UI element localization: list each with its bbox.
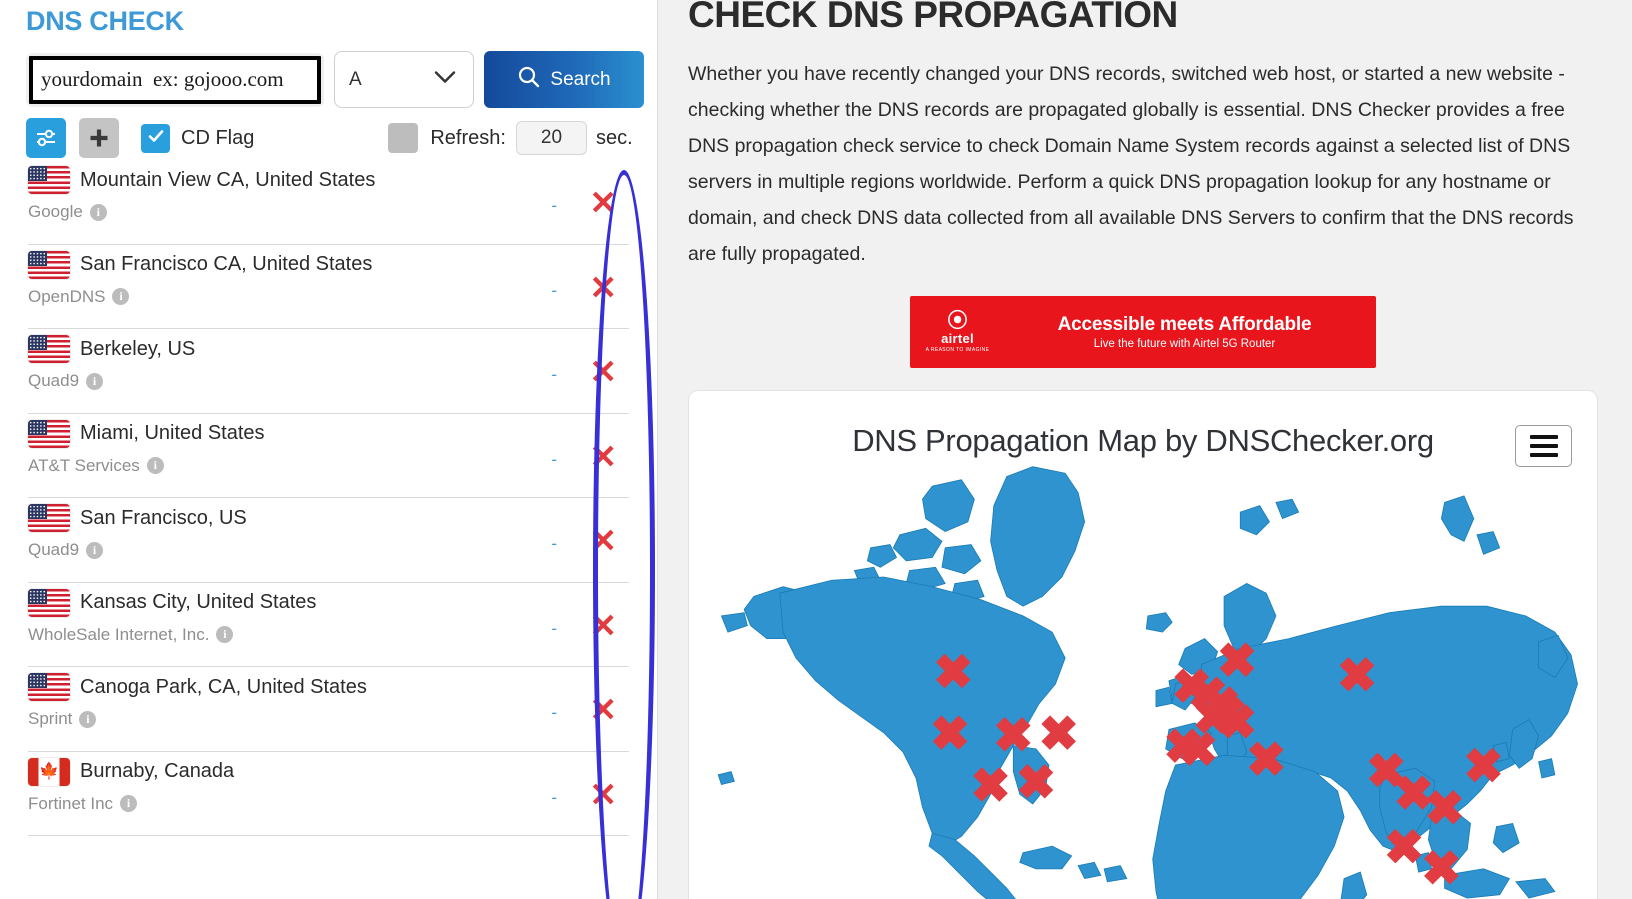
table-row[interactable]: Berkeley, US Quad9 i - ✕ xyxy=(28,329,629,414)
ad-headline: Accessible meets Affordable xyxy=(1057,314,1312,335)
record-type-wrapper: A xyxy=(334,51,474,108)
server-provider: AT&T Services xyxy=(28,455,140,475)
world-map[interactable] xyxy=(689,457,1597,899)
table-row[interactable]: 🍁 Burnaby, Canada Fortinet Inc i - ✕ xyxy=(28,752,629,836)
flag-icon-us xyxy=(28,250,70,279)
server-location: Berkeley, US xyxy=(80,337,196,360)
server-location: San Francisco, US xyxy=(80,506,247,529)
server-provider: Quad9 xyxy=(28,371,80,390)
server-location: Canoga Park, CA, United States xyxy=(80,675,367,698)
refresh-interval-input[interactable] xyxy=(515,121,587,155)
status-badge-failed[interactable]: ✕ xyxy=(589,271,617,304)
flag-icon-us xyxy=(28,504,70,532)
table-row[interactable]: San Francisco, US Quad9 i - ✕ xyxy=(28,498,629,583)
refresh-checkbox[interactable] xyxy=(388,123,419,153)
refresh-label: Refresh: xyxy=(430,126,506,149)
server-value: - xyxy=(551,196,557,215)
info-icon[interactable]: i xyxy=(86,372,104,390)
dns-check-panel: DNS CHECK A xyxy=(0,0,658,899)
server-provider: Sprint xyxy=(28,709,73,728)
ad-subline: Live the future with Airtel 5G Router xyxy=(1093,338,1276,350)
info-icon[interactable]: i xyxy=(216,626,234,643)
flag-icon-us xyxy=(28,588,70,617)
section-heading: CHECK DNS PROPAGATION xyxy=(688,0,1178,35)
table-row[interactable]: San Francisco CA, United States OpenDNS … xyxy=(28,245,629,329)
flag-icon-us xyxy=(28,166,70,194)
ad-brand-tagline: A REASON TO IMAGINE xyxy=(925,347,990,353)
info-icon[interactable]: i xyxy=(89,203,107,221)
server-provider: Google xyxy=(28,202,83,221)
status-badge-failed[interactable]: ✕ xyxy=(589,609,617,642)
server-value: - xyxy=(551,703,557,722)
status-badge-failed[interactable]: ✕ xyxy=(589,693,617,726)
ad-copy: Accessible meets Affordable Live the fut… xyxy=(1005,314,1376,350)
app-root: DNS CHECK A xyxy=(0,0,1632,899)
search-button-label: Search xyxy=(550,68,611,90)
flag-icon-ca: 🍁 xyxy=(28,757,70,786)
info-icon[interactable]: i xyxy=(112,288,130,305)
refresh-group: Refresh: sec. xyxy=(388,121,633,155)
options-row: CD Flag Refresh: sec. xyxy=(0,108,657,158)
info-icon[interactable]: i xyxy=(120,795,138,812)
server-value: - xyxy=(551,280,557,300)
search-form: A Search xyxy=(0,37,657,108)
status-badge-failed[interactable]: ✕ xyxy=(589,355,617,388)
status-badge-failed[interactable]: ✕ xyxy=(589,524,617,557)
record-type-select[interactable]: A xyxy=(334,51,474,108)
plus-icon[interactable] xyxy=(79,118,119,158)
domain-input[interactable] xyxy=(29,55,321,104)
ad-banner[interactable]: ⦿ airtel A REASON TO IMAGINE Accessible … xyxy=(910,296,1376,368)
server-location: Mountain View CA, United States xyxy=(80,168,376,191)
ad-brand: airtel xyxy=(941,331,974,346)
info-panel: CHECK DNS PROPAGATION Whether you have r… xyxy=(658,0,1632,899)
server-provider: Fortinet Inc xyxy=(28,793,114,813)
status-badge-failed[interactable]: ✕ xyxy=(589,440,617,473)
table-row[interactable]: Mountain View CA, United States Google i… xyxy=(28,160,629,245)
status-badge-failed[interactable]: ✕ xyxy=(589,778,617,811)
cd-flag-checkbox[interactable] xyxy=(141,123,170,153)
server-location: Kansas City, United States xyxy=(80,591,317,613)
server-value: - xyxy=(551,787,557,807)
section-paragraph: Whether you have recently changed your D… xyxy=(688,63,1574,265)
flag-icon-us xyxy=(28,673,70,701)
status-badge-failed[interactable]: ✕ xyxy=(589,186,617,219)
cd-flag-label: CD Flag xyxy=(181,126,255,149)
table-row[interactable]: Miami, United States AT&T Services i - ✕ xyxy=(28,414,629,498)
info-icon[interactable]: i xyxy=(146,457,164,474)
server-value: - xyxy=(551,449,557,469)
server-location: Burnaby, Canada xyxy=(80,760,235,782)
domain-input-wrapper xyxy=(26,52,324,107)
seconds-label: sec. xyxy=(595,126,633,149)
sliders-icon[interactable] xyxy=(26,118,66,158)
map-landmasses xyxy=(717,466,1578,899)
search-button[interactable]: Search xyxy=(484,51,644,108)
info-icon[interactable]: i xyxy=(86,541,104,559)
ad-logo: ⦿ airtel A REASON TO IMAGINE xyxy=(910,311,1005,353)
server-value: - xyxy=(551,618,557,638)
magnifier-icon xyxy=(517,65,541,95)
flag-icon-us xyxy=(28,419,70,448)
server-provider: OpenDNS xyxy=(28,286,106,306)
table-row[interactable]: Kansas City, United States WholeSale Int… xyxy=(28,583,629,667)
page-title: DNS CHECK xyxy=(26,6,184,36)
info-icon[interactable]: i xyxy=(79,710,97,728)
flag-icon-us xyxy=(28,335,70,363)
server-provider: WholeSale Internet, Inc. xyxy=(28,624,210,644)
server-location: Miami, United States xyxy=(80,422,265,444)
airtel-mark-icon: ⦿ xyxy=(947,310,968,332)
server-location: San Francisco CA, United States xyxy=(80,253,373,275)
server-provider: Quad9 xyxy=(28,540,80,559)
dns-server-list: Mountain View CA, United States Google i… xyxy=(0,154,657,836)
server-value: - xyxy=(551,365,557,384)
table-row[interactable]: Canoga Park, CA, United States Sprint i … xyxy=(28,667,629,752)
propagation-map-card: DNS Propagation Map by DNSChecker.org xyxy=(688,390,1598,899)
map-title: DNS Propagation Map by DNSChecker.org xyxy=(852,423,1434,458)
server-value: - xyxy=(551,534,557,553)
check-icon xyxy=(146,126,166,151)
